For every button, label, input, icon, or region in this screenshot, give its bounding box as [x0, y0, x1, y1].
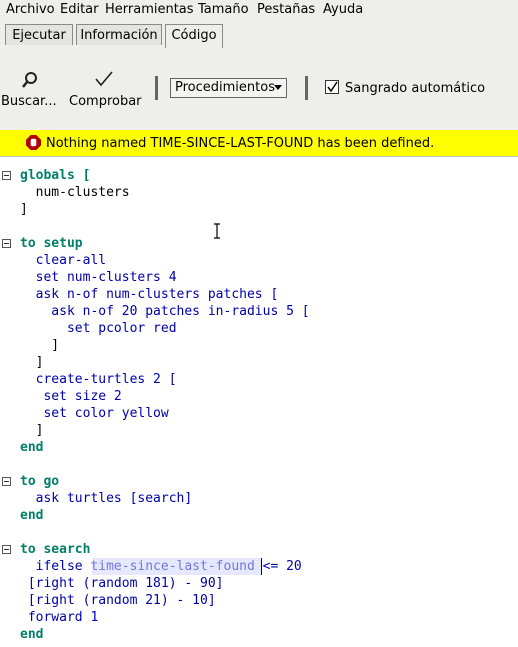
- code-line: to search: [20, 542, 91, 557]
- auto-indent-checkbox[interactable]: [325, 80, 339, 94]
- code-line: create-turtles 2 [: [20, 372, 177, 387]
- error-message: Nothing named TIME-SINCE-LAST-FOUND has …: [46, 136, 435, 151]
- code-line: ]: [20, 202, 28, 217]
- code-editor[interactable]: globals [ num-clusters ] to setup clear-…: [0, 156, 518, 647]
- code-line: ask n-of 20 patches in-radius 5 [: [20, 304, 310, 319]
- checkmark-icon: [95, 71, 113, 87]
- tab-ejecutar[interactable]: Ejecutar: [5, 24, 73, 45]
- menu-ayuda[interactable]: Ayuda: [323, 2, 363, 17]
- tab-bar: Ejecutar Información Código: [0, 20, 518, 49]
- code-line: ]: [20, 338, 60, 353]
- code-line: set color yellow: [20, 406, 169, 421]
- fold-toggle-icon[interactable]: [2, 239, 11, 248]
- tab-codigo[interactable]: Código: [165, 24, 223, 49]
- tab-informacion[interactable]: Información: [76, 24, 162, 45]
- toolbar-separator: [305, 76, 308, 100]
- find-label: Buscar...: [1, 94, 57, 109]
- menu-bar: Archivo Editar Herramientas Tamaño Pesta…: [0, 0, 518, 20]
- text-cursor: [261, 558, 262, 575]
- fold-toggle-icon[interactable]: [2, 545, 11, 554]
- code-line: ask turtles [search]: [20, 491, 193, 506]
- code-line: to setup: [20, 236, 83, 251]
- editor-gutter: [0, 157, 14, 647]
- search-icon: [22, 72, 37, 88]
- procedures-label: Procedimientos: [175, 80, 275, 95]
- check-button[interactable]: Comprobar: [66, 68, 142, 112]
- procedures-dropdown[interactable]: Procedimientos: [170, 78, 287, 98]
- code-line: set pcolor red: [20, 321, 177, 336]
- toolbar-separator: [155, 76, 158, 100]
- code-line: [right (random 21) - 10]: [20, 593, 216, 608]
- code-line: end: [20, 508, 44, 523]
- error-bar: Nothing named TIME-SINCE-LAST-FOUND has …: [0, 130, 518, 156]
- check-label: Comprobar: [69, 94, 142, 109]
- code-line: num-clusters: [20, 185, 130, 200]
- ibeam-cursor-icon: [214, 223, 220, 239]
- code-line: ]: [20, 355, 44, 370]
- menu-editar[interactable]: Editar: [60, 2, 99, 17]
- selected-token-highlight: [92, 558, 261, 575]
- auto-indent-label: Sangrado automático: [345, 81, 486, 96]
- menu-archivo[interactable]: Archivo: [6, 2, 55, 17]
- code-line: [right (random 181) - 90]: [20, 576, 224, 591]
- find-button[interactable]: Buscar...: [0, 68, 60, 112]
- checkmark-icon: [327, 81, 338, 93]
- stop-hand-icon: [26, 135, 41, 150]
- toolbar: Buscar... Comprobar Procedimientos Sangr…: [0, 48, 518, 130]
- code-line: set num-clusters 4: [20, 270, 177, 285]
- dropdown-arrow-icon: [274, 85, 282, 90]
- code-line: ask n-of num-clusters patches [: [20, 287, 279, 302]
- code-line: ]: [20, 423, 44, 438]
- menu-tamano[interactable]: Tamaño: [198, 2, 249, 17]
- menu-herramientas[interactable]: Herramientas: [105, 2, 194, 17]
- code-line: set size 2: [20, 389, 122, 404]
- code-line: to go: [20, 474, 60, 489]
- fold-toggle-icon[interactable]: [2, 171, 11, 180]
- code-line: clear-all: [20, 253, 107, 268]
- fold-toggle-icon[interactable]: [2, 477, 11, 486]
- menu-pestanas[interactable]: Pestañas: [257, 2, 315, 17]
- code-line: globals [: [20, 168, 91, 183]
- code-line: forward 1: [20, 610, 99, 625]
- code-line: end: [20, 440, 44, 455]
- code-line: end: [20, 627, 44, 642]
